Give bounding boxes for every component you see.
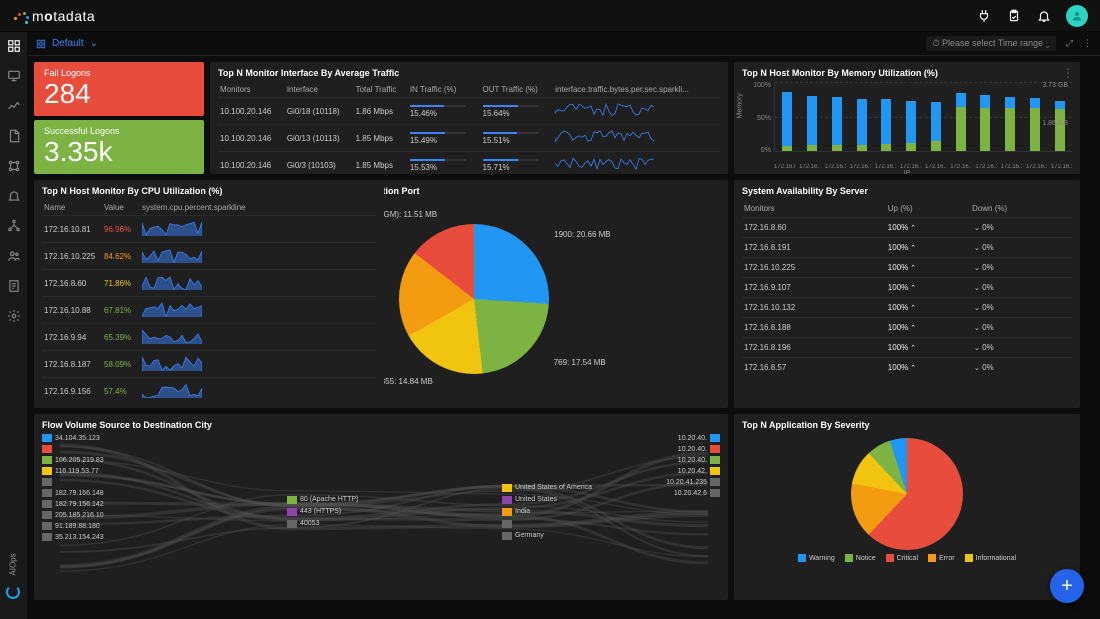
table-row[interactable]: 10.100.20.146Gi0/13 (10113)1.85 Mbps 15.…	[218, 125, 720, 152]
spinner-icon	[6, 585, 20, 599]
sankey-node[interactable]: United States of America	[502, 484, 632, 492]
table-row[interactable]: 172.16.10.8867.81%	[42, 297, 376, 324]
table-row[interactable]: 172.16.8.18758.09%	[42, 351, 376, 378]
sankey-node[interactable]	[502, 520, 632, 528]
pie-severity	[851, 438, 963, 550]
sankey-node[interactable]: 91.189.88.180	[42, 522, 152, 530]
legend-item: Notice	[845, 554, 876, 562]
time-range-selector[interactable]: ⏱ Please select Time range ⌄	[926, 36, 1055, 51]
table-row[interactable]: 172.16.9.9465.39%	[42, 324, 376, 351]
sankey-chart: 34.104.35.123 106.205.219.83 116.119.53.77…	[42, 434, 720, 589]
table-row[interactable]: 172.16.8.191100%⌃⌄ 0%	[742, 238, 1072, 258]
sankey-node[interactable]: 106.205.219.83	[42, 456, 152, 464]
bell-icon[interactable]	[1036, 8, 1052, 24]
sankey-node[interactable]: United States	[502, 496, 632, 504]
dashboard-selector[interactable]: Default ⌄	[36, 38, 98, 49]
legend-item: Error	[928, 554, 955, 562]
sankey-node[interactable]: 34.104.35.123	[42, 434, 152, 442]
table-row[interactable]: 172.16.10.132100%⌃⌄ 0%	[742, 298, 1072, 318]
memory-y-axis: 100%50%0%	[742, 82, 774, 164]
table-row[interactable]: 172.16.8.6071.86%	[42, 270, 376, 297]
nav-report-icon[interactable]	[6, 278, 22, 294]
sankey-node[interactable]: Germany	[502, 532, 632, 540]
table-row[interactable]: 172.16.8.188100%⌃⌄ 0%	[742, 318, 1072, 338]
nav-topology-icon[interactable]	[6, 158, 22, 174]
panel-cpu-utilization: Top N Host Monitor By CPU Utilization (%…	[34, 180, 384, 408]
table-row[interactable]: 172.16.10.225100%⌃⌄ 0%	[742, 258, 1072, 278]
table-row[interactable]: 172.16.9.107100%⌃⌄ 0%	[742, 278, 1072, 298]
plug-icon[interactable]	[976, 8, 992, 24]
sankey-node[interactable]: India	[502, 508, 632, 516]
clipboard-icon[interactable]	[1006, 8, 1022, 24]
sankey-node[interactable]: 182.79.156.142	[42, 500, 152, 508]
nav-dashboard-icon[interactable]	[6, 38, 22, 54]
traffic-table: MonitorsInterfaceTotal TrafficIN Traffic…	[218, 82, 720, 174]
panel-availability: System Availability By Server MonitorsUp…	[734, 180, 1080, 408]
table-row[interactable]: 172.16.10.22584.62%	[42, 243, 376, 270]
subbar: Default ⌄ ⏱ Please select Time range ⌄ ⤢…	[28, 32, 1100, 56]
nav-metrics-icon[interactable]	[6, 98, 22, 114]
nav-monitor-icon[interactable]	[6, 68, 22, 84]
cpu-table: NameValuesystem.cpu.percent.sparkline 17…	[42, 200, 376, 398]
legend-item: Warning	[798, 554, 835, 562]
grid-icon	[36, 39, 46, 49]
panel-app-severity: Top N Application By Severity WarningNot…	[734, 414, 1080, 600]
kpi-fail-logons: Fail Logons 284	[34, 62, 204, 116]
chevron-down-icon: ⌄	[90, 38, 98, 49]
expand-icon[interactable]: ⤢	[1066, 38, 1073, 49]
severity-legend: Warning Notice Critical Error Informational	[798, 554, 1016, 562]
panel-flow-volume: Flow Volume Source to Destination City 3…	[34, 414, 728, 600]
table-row[interactable]: 10.100.20.146Gi0/18 (10118)1.86 Mbps 15.…	[218, 98, 720, 125]
nav-document-icon[interactable]	[6, 128, 22, 144]
sankey-node[interactable]: 10.20.42.6	[655, 489, 720, 497]
sankey-node[interactable]: 10.20.40.	[655, 434, 720, 442]
avatar[interactable]	[1066, 5, 1088, 27]
topbar: motadata	[0, 0, 1100, 32]
nav-users-icon[interactable]	[6, 248, 22, 264]
table-row[interactable]: 172.16.8.57100%⌃⌄ 0%	[742, 358, 1072, 378]
table-row[interactable]: 10.100.20.146Gi0/3 (10103)1.85 Mbps 15.5…	[218, 152, 720, 175]
sankey-node[interactable]: 10.20.41.235	[655, 478, 720, 486]
legend-item: Informational	[965, 554, 1016, 562]
sankey-node[interactable]	[42, 445, 152, 453]
sankey-node[interactable]	[42, 478, 152, 486]
sankey-node[interactable]: 80 (Apache HTTP)	[287, 496, 387, 504]
brand-name: motadata	[32, 8, 95, 24]
nav-tree-icon[interactable]	[6, 218, 22, 234]
sankey-node[interactable]: 116.119.53.77	[42, 467, 152, 475]
aiops-label: AIOps	[9, 553, 18, 575]
sankey-node[interactable]: 10.20.42.	[655, 467, 720, 475]
sankey-node[interactable]: 10.20.40.	[655, 456, 720, 464]
sankey-node[interactable]: 205.185.216.10	[42, 511, 152, 519]
table-row[interactable]: 172.16.8.196100%⌃⌄ 0%	[742, 338, 1072, 358]
legend-item: Critical	[886, 554, 918, 562]
sankey-node[interactable]: 182.79.166.148	[42, 489, 152, 497]
sankey-node[interactable]: 443 (HTTPS)	[287, 508, 387, 516]
sankey-node[interactable]: 40053	[287, 520, 387, 528]
logo: motadata	[12, 7, 95, 25]
fab-add-button[interactable]: +	[1050, 569, 1084, 603]
availability-table: MonitorsUp (%)Down (%) 172.16.8.60100%⌃⌄…	[742, 200, 1072, 377]
table-row[interactable]: 172.16.8.60100%⌃⌄ 0%	[742, 218, 1072, 238]
table-row[interactable]: 172.16.10.8196.96%	[42, 216, 376, 243]
sidenav: AIOps	[0, 32, 28, 619]
panel-memory-utilization: ⋮ Top N Host Monitor By Memory Utilizati…	[734, 62, 1080, 174]
kpi-successful-logons: Successful Logons 3.35k	[34, 120, 204, 174]
kpi-column: Fail Logons 284 Successful Logons 3.35k	[34, 62, 204, 174]
more-icon[interactable]: ⋮	[1083, 38, 1092, 49]
sankey-node[interactable]: 35.213.154.243	[42, 533, 152, 541]
nav-alert-icon[interactable]	[6, 188, 22, 204]
sankey-node[interactable]: 10.20.40.	[655, 445, 720, 453]
table-row[interactable]: 172.16.9.15657.4%	[42, 378, 376, 399]
logo-icon	[12, 7, 30, 25]
panel-interface-traffic: Top N Monitor Interface By Average Traff…	[210, 62, 728, 174]
panel-more-icon[interactable]: ⋮	[1062, 66, 1074, 80]
memory-bars	[774, 82, 1072, 152]
nav-settings-icon[interactable]	[6, 308, 22, 324]
